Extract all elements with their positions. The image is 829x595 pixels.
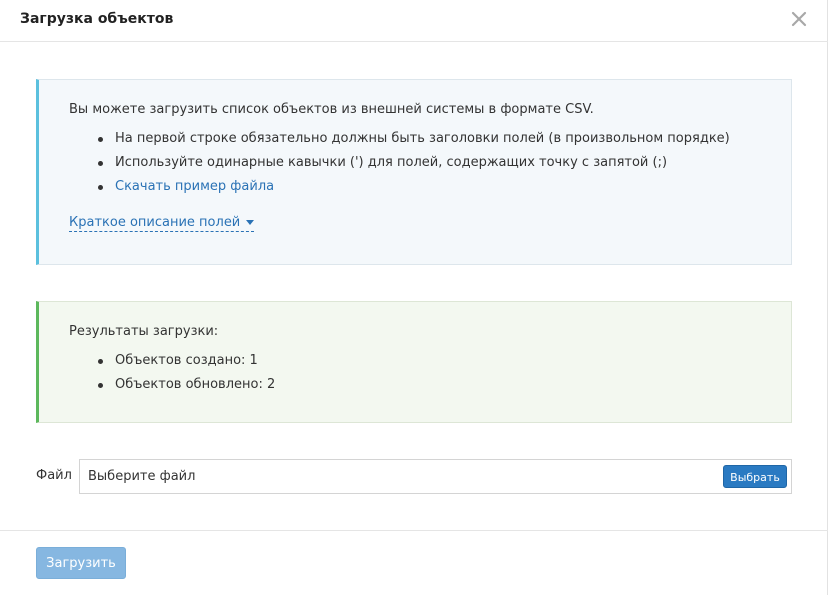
info-alert: Вы можете загрузить список объектов из в…: [36, 79, 792, 265]
list-item: На первой строке обязательно должны быть…: [95, 127, 730, 151]
close-icon[interactable]: [788, 8, 810, 30]
footer-divider: [0, 530, 828, 531]
list-item: Объектов обновлено: 2: [95, 373, 275, 397]
info-intro: Вы можете загрузить список объектов из в…: [69, 102, 594, 117]
modal-title: Загрузка объектов: [20, 11, 174, 27]
modal-header: Загрузка объектов: [0, 0, 828, 42]
fields-description-label: Краткое описание полей: [69, 215, 241, 230]
file-label: Файл: [36, 468, 72, 483]
results-title: Результаты загрузки:: [69, 324, 219, 339]
list-item: Используйте одинарные кавычки (') для по…: [95, 151, 730, 175]
upload-objects-modal: Загрузка объектов Вы можете загрузить сп…: [0, 0, 828, 595]
list-item: Скачать пример файла: [95, 175, 730, 199]
download-example-link[interactable]: Скачать пример файла: [115, 179, 274, 194]
results-alert: Результаты загрузки: Объектов создано: 1…: [36, 301, 792, 423]
choose-file-button[interactable]: Выбрать: [723, 465, 787, 488]
info-list: На первой строке обязательно должны быть…: [95, 127, 730, 199]
list-item: Объектов создано: 1: [95, 349, 275, 373]
file-input[interactable]: Выберите файл Выбрать: [79, 459, 792, 494]
fields-description-toggle[interactable]: Краткое описание полей: [69, 215, 255, 232]
results-list: Объектов создано: 1 Объектов обновлено: …: [95, 349, 275, 397]
caret-down-icon: [246, 220, 255, 225]
upload-button[interactable]: Загрузить: [36, 547, 126, 579]
file-placeholder: Выберите файл: [88, 469, 196, 484]
